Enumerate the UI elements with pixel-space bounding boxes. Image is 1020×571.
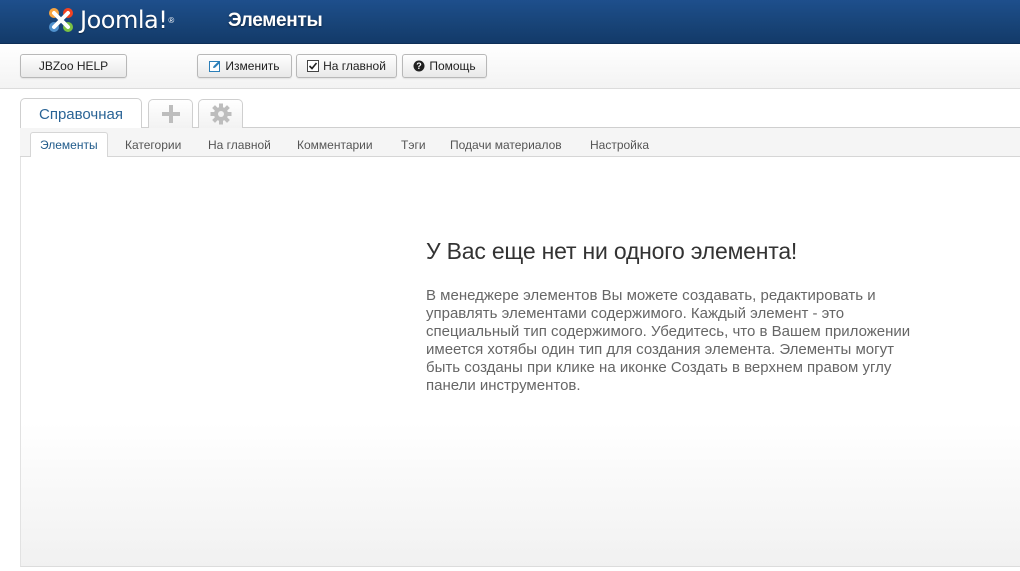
registered-mark: ®	[168, 15, 175, 25]
tab-reference-label: Справочная	[38, 105, 124, 123]
empty-state-description: В менеджере элементов Вы можете создават…	[426, 287, 931, 395]
help-label: Помощь	[429, 59, 476, 73]
subtab-categories-label: Категории	[125, 138, 182, 152]
tab-settings[interactable]	[198, 99, 243, 128]
empty-state-line: имеется хотябы один тип для создания эле…	[426, 341, 894, 358]
question-icon: ?	[413, 60, 425, 72]
help-button[interactable]: ? Помощь	[402, 54, 487, 78]
edit-icon	[209, 60, 221, 72]
tab-reference-app[interactable]: Справочная	[20, 98, 142, 129]
tab-add-app[interactable]	[148, 99, 193, 128]
empty-state-line: быть созданы при клике на иконке Создать…	[426, 359, 892, 376]
logo-text: Joomla!	[80, 6, 168, 34]
subtab-tags-label: Тэги	[401, 138, 426, 152]
header-bar: Joomla! ® Элементы	[0, 0, 1020, 44]
toolbar: JBZoo HELP Изменить На главной ? Помощь	[0, 44, 1020, 89]
joomla-logo-icon	[49, 8, 73, 32]
subtab-submissions[interactable]: Подачи материалов	[441, 133, 571, 157]
subtab-config-label: Настройка	[590, 138, 650, 152]
page-title: Элементы	[228, 10, 323, 31]
empty-state-line: панели инструментов.	[426, 377, 581, 394]
frontpage-button[interactable]: На главной	[296, 54, 397, 78]
subtab-config[interactable]: Настройка	[581, 133, 658, 157]
subtab-categories[interactable]: Категории	[116, 133, 190, 157]
empty-state-line: управлять элементами содержимого. Каждый…	[426, 305, 845, 322]
svg-text:?: ?	[417, 61, 423, 71]
subtab-comments[interactable]: Комментарии	[288, 133, 382, 157]
subtab-items[interactable]: Элементы	[30, 132, 108, 158]
empty-state-line: специальный тип содержимого. Убедитесь, …	[426, 323, 911, 340]
subtab-frontpage[interactable]: На главной	[199, 133, 280, 157]
frontpage-label: На главной	[323, 59, 386, 73]
checkbox-icon	[307, 60, 320, 72]
subtab-tags[interactable]: Тэги	[392, 133, 435, 157]
empty-state-title: У Вас еще нет ни одного элемента!	[426, 238, 798, 264]
subtab-frontpage-label: На главной	[208, 138, 271, 152]
edit-label: Изменить	[225, 59, 280, 73]
edit-button[interactable]: Изменить	[197, 54, 292, 78]
joomla-logo[interactable]: Joomla! ®	[46, 4, 174, 36]
subtab-comments-label: Комментарии	[297, 138, 373, 152]
jbzoo-help-button[interactable]: JBZoo HELP	[20, 54, 127, 78]
subtab-items-label: Элементы	[40, 138, 98, 152]
empty-state-line: В менеджере элементов Вы можете создават…	[426, 287, 876, 304]
gear-icon	[210, 103, 231, 125]
subtab-submissions-label: Подачи материалов	[450, 138, 562, 152]
jbzoo-help-label: JBZoo HELP	[38, 59, 109, 73]
plus-icon	[161, 105, 180, 123]
